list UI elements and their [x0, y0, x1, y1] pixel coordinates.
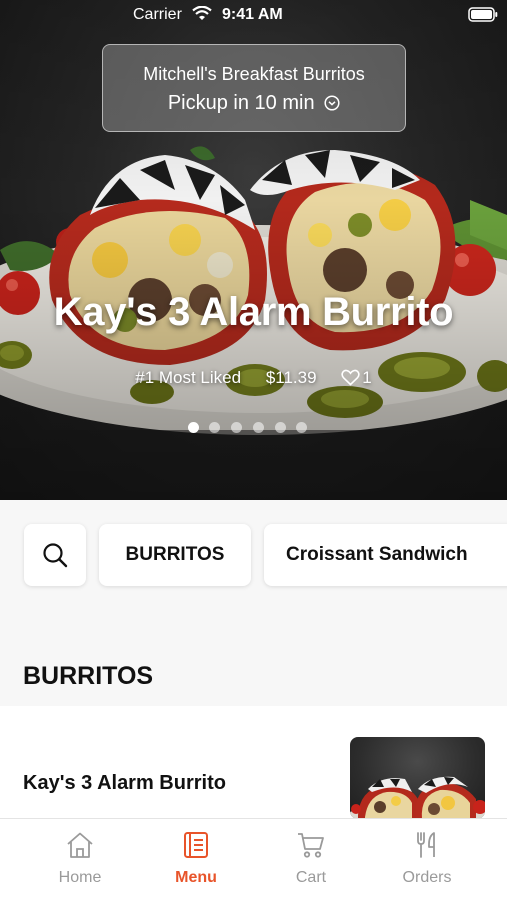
category-chip-croissant-sandwich[interactable]: Croissant Sandwich — [264, 524, 507, 586]
tab-home[interactable]: Home — [35, 831, 125, 887]
tab-bar: Home Menu Cart Orders — [0, 818, 507, 900]
menu-icon — [184, 832, 208, 858]
featured-item-meta: #1 Most Liked $11.39 1 — [0, 368, 507, 388]
category-chip-burritos[interactable]: BURRITOS — [99, 524, 251, 586]
category-strip: BURRITOS Croissant Sandwich — [0, 500, 507, 605]
status-time: 9:41 AM — [222, 6, 283, 23]
tab-home-label: Home — [58, 869, 102, 886]
featured-rank: #1 Most Liked — [135, 368, 242, 387]
carousel-dot[interactable] — [209, 422, 220, 433]
carousel-dot[interactable] — [275, 422, 286, 433]
carousel-dot[interactable] — [231, 422, 242, 433]
wifi-icon — [192, 6, 212, 20]
carousel-dot[interactable] — [296, 422, 307, 433]
tab-orders-label: Orders — [402, 869, 452, 886]
heart-icon — [341, 369, 360, 386]
tab-menu-label: Menu — [175, 869, 217, 886]
status-carrier: Carrier — [133, 6, 182, 23]
carousel-dot[interactable] — [188, 422, 199, 433]
tab-orders[interactable]: Orders — [382, 831, 472, 887]
likes-count: 1 — [362, 368, 372, 387]
pickup-time-label: Pickup in 10 min — [167, 92, 315, 114]
menu-item-food-image — [350, 776, 485, 819]
restaurant-name: Mitchell's Breakfast Burritos — [143, 64, 365, 84]
carousel-dot[interactable] — [253, 422, 264, 433]
status-bar: Carrier 9:41 AM — [0, 0, 507, 32]
orders-icon — [417, 832, 435, 858]
featured-item-title: Kay's 3 Alarm Burrito — [53, 290, 454, 334]
cart-icon — [298, 833, 324, 858]
battery-icon — [468, 7, 498, 22]
tab-cart[interactable]: Cart — [266, 831, 356, 887]
tab-menu[interactable]: Menu — [151, 831, 241, 887]
hero-banner[interactable]: Carrier 9:41 AM Mitchell's Breakfast Bur… — [0, 0, 507, 500]
app-screen: Carrier 9:41 AM Mitchell's Breakfast Bur… — [0, 0, 507, 900]
pickup-card[interactable]: Mitchell's Breakfast Burritos Pickup in … — [102, 44, 406, 132]
home-icon — [67, 832, 93, 858]
featured-likes[interactable]: 1 — [341, 368, 372, 388]
chevron-down-circle-icon — [324, 95, 340, 111]
search-icon — [43, 543, 68, 568]
menu-item-name: Kay's 3 Alarm Burrito — [23, 772, 226, 794]
pickup-time-selector[interactable]: Pickup in 10 min — [103, 92, 405, 115]
tab-cart-label: Cart — [295, 869, 327, 886]
menu-item-row[interactable]: Kay's 3 Alarm Burrito — [0, 706, 507, 819]
menu-item-thumbnail — [350, 737, 485, 819]
section-title: BURRITOS — [23, 662, 154, 690]
search-button[interactable] — [24, 524, 86, 586]
featured-price: $11.39 — [265, 368, 317, 387]
